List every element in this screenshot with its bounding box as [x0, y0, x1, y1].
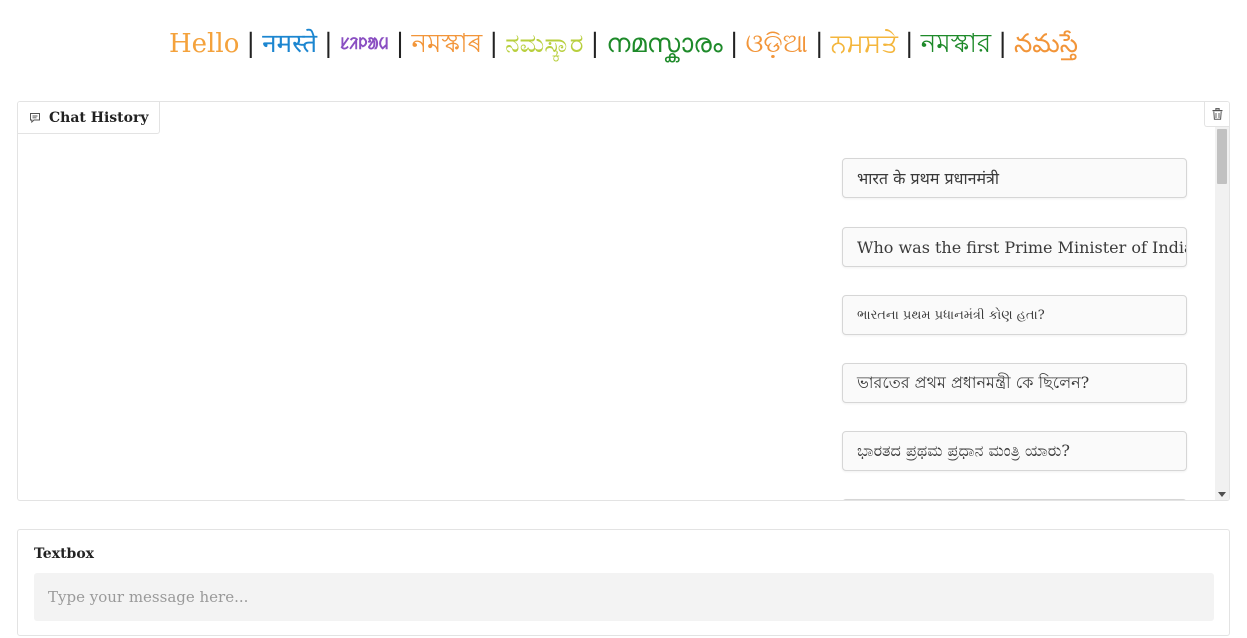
- separator: |: [729, 29, 739, 59]
- greeting-punjabi: ਨਮਸਤੇ: [830, 29, 898, 59]
- greeting-kannada: ನಮಸ್ಕಾರ: [505, 29, 584, 59]
- scrollbar-thumb[interactable]: [1217, 129, 1227, 184]
- message-input[interactable]: [34, 573, 1214, 621]
- separator: |: [395, 29, 405, 59]
- chat-message: Who was the first Prime Minister of Indi…: [842, 227, 1187, 267]
- trash-icon: [1212, 105, 1223, 124]
- greeting-odia: ଓଡ଼ିଆ: [745, 29, 808, 59]
- chat-history-label: Chat History: [18, 102, 161, 134]
- greeting-banner: Hello | नमस्ते | ᱥᱤᱞᱟᱢ | নমস্কাৰ | ನಮಸ್ಕ…: [0, 22, 1247, 66]
- chat-message: ভারতের প্রথম প্রধানমন্ত্রী কে ছিলেন?: [842, 363, 1187, 403]
- greeting-telugu: నమస్తే: [1013, 29, 1078, 59]
- clear-chat-button[interactable]: [1204, 102, 1229, 127]
- textbox-label: Textbox: [34, 546, 95, 562]
- chat-message: ಭಾರತದ ಪ್ರಥಮ ಪ್ರಧಾನ ಮಂತ್ರಿ ಯಾರು?: [842, 431, 1187, 471]
- chat-scrollbar[interactable]: [1215, 127, 1229, 500]
- chat-bubble-icon: [29, 112, 41, 124]
- greeting-hindi: नमस्ते: [262, 29, 318, 59]
- greeting-malayalam: നമസ്കാരം: [606, 29, 723, 59]
- scroll-down-arrow-icon[interactable]: [1218, 492, 1226, 497]
- chat-message: भारत के प्रथम प्रधानमंत्री: [842, 158, 1187, 198]
- separator: |: [489, 29, 499, 59]
- chat-message: ભારતના પ્રથમ પ્રધાનમંત્રી કોણ હતા?: [842, 295, 1187, 335]
- separator: |: [904, 29, 914, 59]
- textbox-panel: Textbox: [17, 529, 1230, 636]
- separator: |: [324, 29, 333, 59]
- separator: |: [814, 29, 824, 59]
- chat-message-partial: [842, 499, 1187, 500]
- greeting-english: Hello: [169, 29, 240, 59]
- greeting-santali: ᱥᱤᱞᱟᱢ: [339, 34, 389, 53]
- separator: |: [590, 29, 600, 59]
- greeting-assamese: নমস্কাৰ: [411, 29, 483, 59]
- separator: |: [998, 29, 1007, 59]
- greeting-bengali: নমস্কার: [920, 29, 992, 59]
- chat-history-panel: Chat History भारत के प्रथम प्रधानमंत्री …: [17, 101, 1230, 501]
- separator: |: [246, 29, 256, 59]
- chat-history-title: Chat History: [49, 109, 149, 126]
